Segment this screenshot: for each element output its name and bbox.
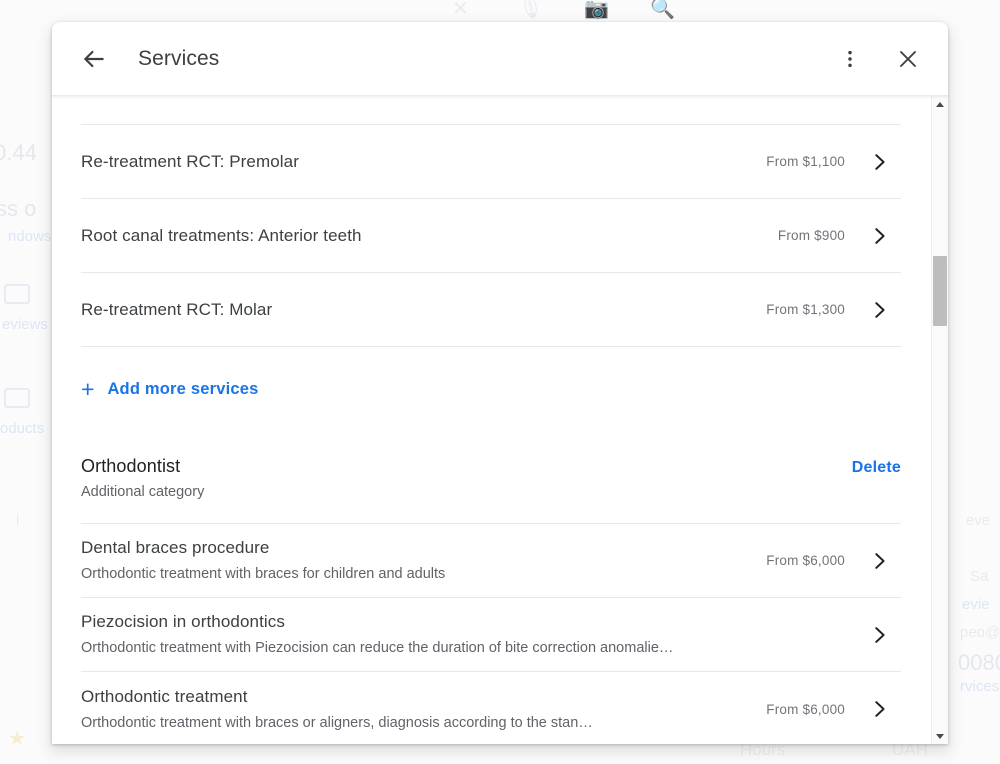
background-text: ndows (8, 228, 51, 245)
service-price: From $1,100 (766, 154, 845, 169)
service-main: Dental braces procedure Orthodontic trea… (81, 536, 766, 585)
back-button[interactable] (72, 37, 116, 81)
category-texts: Orthodontist Additional category (81, 453, 852, 503)
background-text: i (16, 512, 19, 529)
chevron-right-icon[interactable] (857, 550, 901, 572)
service-description: Orthodontic treatment with braces or ali… (81, 712, 748, 734)
service-price: From $1,300 (766, 302, 845, 317)
service-name: Root canal treatments: Anterior teeth (81, 224, 760, 248)
service-description: Orthodontic treatment with Piezocision c… (81, 637, 827, 659)
background-text: ss o (0, 196, 36, 222)
background-text: evie (962, 596, 990, 613)
scroll-up-arrow[interactable] (932, 96, 948, 112)
service-main: Piezocision in orthodontics Orthodontic … (81, 610, 845, 659)
modal-header: Services (52, 22, 948, 96)
add-more-services-button[interactable]: + Add more services (81, 347, 901, 431)
background-text: rvices (960, 678, 999, 695)
service-row[interactable]: Dental braces procedure Orthodontic trea… (81, 524, 901, 598)
background-search-icon: 🔍 (650, 0, 675, 21)
background-text: peo@ (960, 624, 1000, 641)
clipped-row-divider (81, 96, 901, 125)
services-list: Re-treatment RCT: Premolar From $1,100 R… (52, 96, 931, 744)
service-main: Orthodontic treatment Orthodontic treatm… (81, 685, 766, 734)
chevron-right-icon[interactable] (857, 624, 901, 646)
service-name: Re-treatment RCT: Molar (81, 298, 748, 322)
scroll-thumb[interactable] (933, 256, 947, 326)
chevron-right-icon[interactable] (857, 225, 901, 247)
add-more-services-label: Add more services (107, 380, 258, 399)
page-title: Services (138, 47, 219, 71)
service-row[interactable]: Root canal treatments: Anterior teeth Fr… (81, 199, 901, 273)
background-text: 0080 (958, 650, 1000, 676)
service-price: From $6,000 (766, 553, 845, 568)
service-name: Piezocision in orthodontics (81, 610, 827, 634)
service-price: From $900 (778, 228, 845, 243)
category-name: Orthodontist (81, 453, 852, 479)
arrow-left-icon (81, 46, 107, 72)
chevron-right-icon[interactable] (857, 151, 901, 173)
service-price: From $6,000 (766, 702, 845, 717)
background-star-icon: ★ (8, 726, 26, 751)
chevron-right-icon[interactable] (857, 698, 901, 720)
background-text: oducts (0, 420, 44, 437)
service-name: Orthodontic treatment (81, 685, 748, 709)
service-main: Root canal treatments: Anterior teeth (81, 224, 778, 248)
service-row[interactable]: Orthodontic treatment Orthodontic treatm… (81, 672, 901, 744)
background-text: eviews (2, 316, 48, 333)
plus-icon: + (81, 378, 94, 401)
category-header: Orthodontist Additional category Delete (81, 431, 901, 524)
background-video-icon (4, 284, 30, 304)
service-name: Re-treatment RCT: Premolar (81, 150, 748, 174)
service-row[interactable]: Piezocision in orthodontics Orthodontic … (81, 598, 901, 672)
background-close-icon: ✕ (452, 0, 469, 21)
service-main: Re-treatment RCT: Molar (81, 298, 766, 322)
scroll-down-arrow[interactable] (932, 728, 948, 744)
services-scroll-area: Re-treatment RCT: Premolar From $1,100 R… (52, 96, 931, 744)
service-description: Orthodontic treatment with braces for ch… (81, 563, 748, 585)
modal-body: Re-treatment RCT: Premolar From $1,100 R… (52, 96, 948, 744)
more-options-button[interactable] (828, 37, 872, 81)
close-icon (896, 47, 920, 71)
service-row[interactable]: Re-treatment RCT: Molar From $1,300 (81, 273, 901, 347)
background-doc-icon (4, 388, 30, 408)
close-button[interactable] (886, 37, 930, 81)
service-name: Dental braces procedure (81, 536, 748, 560)
background-microphone-icon: 🎙 (518, 0, 543, 21)
chevron-right-icon[interactable] (857, 299, 901, 321)
more-vert-icon (839, 48, 861, 70)
delete-category-button[interactable]: Delete (852, 453, 901, 477)
background-text: eve (966, 512, 990, 529)
services-modal: Services (52, 22, 948, 744)
category-subtitle: Additional category (81, 481, 852, 503)
background-text: 0.44 (0, 140, 37, 166)
service-main: Re-treatment RCT: Premolar (81, 150, 766, 174)
vertical-scrollbar[interactable] (931, 96, 948, 744)
service-row[interactable]: Re-treatment RCT: Premolar From $1,100 (81, 125, 901, 199)
background-text: Sa (970, 568, 988, 585)
background-camera-icon: 📷 (584, 0, 609, 21)
